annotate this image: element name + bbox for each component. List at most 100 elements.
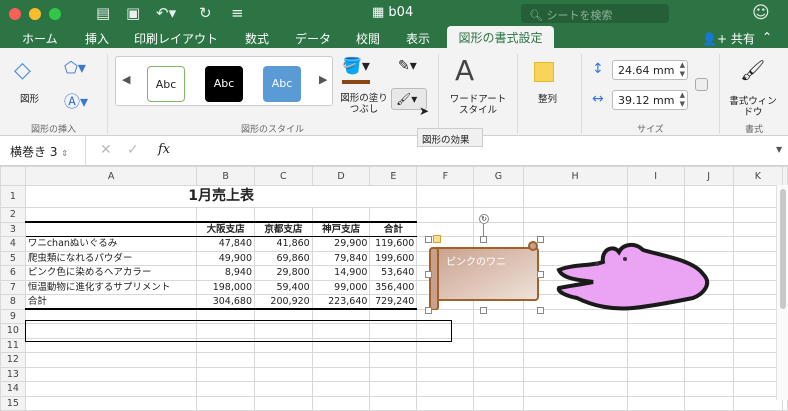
cell[interactable] <box>683 221 734 237</box>
shape-fill-label[interactable]: 図形の塗りつぶし <box>340 93 388 115</box>
cell[interactable] <box>196 366 256 382</box>
cell[interactable] <box>24 308 198 324</box>
cell[interactable] <box>369 381 418 397</box>
cell[interactable]: 大阪支店 <box>196 221 256 237</box>
cell[interactable]: 304,680 <box>196 294 256 310</box>
cell[interactable]: 京都支店 <box>254 221 313 237</box>
select-all-button[interactable] <box>0 166 26 186</box>
cell[interactable] <box>473 381 524 397</box>
column-header[interactable]: G <box>473 166 524 186</box>
row-header[interactable]: 10 <box>0 323 26 339</box>
row-header[interactable]: 7 <box>0 279 26 295</box>
column-header[interactable]: B <box>196 166 256 186</box>
name-box-stepper-icon[interactable]: ⇕ <box>61 149 68 158</box>
cell[interactable] <box>626 366 685 382</box>
row-header[interactable]: 14 <box>0 381 26 397</box>
row-header[interactable]: 3 <box>0 221 26 237</box>
cell[interactable] <box>522 366 628 382</box>
cell[interactable] <box>416 221 475 237</box>
gallery-next-icon[interactable]: ▶ <box>319 73 327 86</box>
cell[interactable] <box>522 352 628 368</box>
row-header[interactable]: 9 <box>0 308 26 324</box>
arrange-label[interactable]: 整列 <box>538 94 557 105</box>
cell[interactable] <box>473 352 524 368</box>
save-icon[interactable]: ▣ <box>126 4 140 22</box>
function-icon[interactable]: fx <box>158 142 170 157</box>
cell[interactable] <box>626 352 685 368</box>
undo-icon[interactable]: ↶▾ <box>156 4 176 22</box>
adjust-handle[interactable] <box>433 235 441 243</box>
expand-formula-icon[interactable]: ▼ <box>776 145 782 154</box>
height-stepper[interactable]: ▲ ▼ <box>680 61 685 79</box>
cell[interactable] <box>196 308 256 324</box>
cell[interactable] <box>196 352 256 368</box>
sheet-title[interactable]: 1月売上表 <box>24 185 418 208</box>
cell[interactable] <box>369 352 418 368</box>
cell[interactable]: 198,000 <box>196 279 256 295</box>
row-header[interactable]: 5 <box>0 250 26 266</box>
cell[interactable] <box>626 381 685 397</box>
cell[interactable] <box>24 323 198 339</box>
text-box-icon[interactable]: Ⓐ▾ <box>64 88 88 112</box>
cell[interactable] <box>626 185 685 208</box>
cell[interactable] <box>626 221 685 237</box>
cell[interactable] <box>311 337 371 353</box>
cell[interactable] <box>473 366 524 382</box>
cell[interactable] <box>522 221 628 237</box>
search-input[interactable]: 🔍︎ シートを検索 <box>521 4 669 23</box>
column-header[interactable]: E <box>369 166 418 186</box>
collapse-ribbon-icon[interactable]: ⌃ <box>762 30 772 44</box>
cell[interactable] <box>311 395 371 411</box>
cell[interactable] <box>683 207 734 223</box>
cell[interactable] <box>683 323 734 339</box>
cell[interactable] <box>369 207 418 223</box>
cell[interactable] <box>416 207 475 223</box>
cell[interactable] <box>311 352 371 368</box>
cell[interactable] <box>369 395 418 411</box>
column-header[interactable]: I <box>626 166 685 186</box>
cell[interactable] <box>254 366 313 382</box>
cell[interactable] <box>254 323 313 339</box>
format-pane-label[interactable]: 書式ウィンドウ <box>727 96 779 118</box>
row-header[interactable]: 8 <box>0 294 26 310</box>
cell[interactable] <box>311 308 371 324</box>
share-button[interactable]: 👤+ 共有 <box>702 30 755 47</box>
cell[interactable] <box>196 395 256 411</box>
name-box[interactable]: 横巻き 3 ⇕ <box>0 136 86 166</box>
cell[interactable] <box>369 366 418 382</box>
cell[interactable] <box>416 381 475 397</box>
cell[interactable]: 爬虫類になれるパウダー <box>24 250 198 266</box>
enter-icon[interactable]: ✓ <box>127 142 139 158</box>
cell[interactable] <box>626 323 685 339</box>
cell[interactable] <box>416 337 475 353</box>
cancel-icon[interactable]: ✕ <box>100 142 112 158</box>
arrange-icon[interactable] <box>534 62 554 82</box>
cell[interactable] <box>311 323 371 339</box>
cell[interactable]: 14,900 <box>311 265 371 281</box>
cell[interactable] <box>254 207 313 223</box>
cell[interactable] <box>473 395 524 411</box>
tab-data[interactable]: データ <box>295 30 331 47</box>
cell[interactable] <box>473 323 524 339</box>
cell[interactable] <box>196 207 256 223</box>
cell[interactable] <box>416 352 475 368</box>
cell[interactable] <box>626 207 685 223</box>
zoom-button[interactable] <box>49 8 61 20</box>
lock-aspect-toggle[interactable] <box>695 78 708 91</box>
cell[interactable] <box>522 337 628 353</box>
cell[interactable]: 合計 <box>24 294 198 310</box>
column-header[interactable]: H <box>522 166 628 186</box>
row-header[interactable]: 15 <box>0 395 26 411</box>
cell[interactable]: 199,600 <box>369 250 418 266</box>
vertical-scrollbar[interactable] <box>776 185 788 400</box>
cell[interactable] <box>683 185 734 208</box>
cell[interactable] <box>369 323 418 339</box>
cell[interactable]: 53,640 <box>369 265 418 281</box>
row-header[interactable]: 11 <box>0 337 26 353</box>
cell[interactable]: 合計 <box>369 221 418 237</box>
column-header[interactable]: K <box>732 166 784 186</box>
cell[interactable]: 49,900 <box>196 250 256 266</box>
cell[interactable]: ピンク色に染めるヘアカラー <box>24 265 198 281</box>
shapes-button-label[interactable]: 図形 <box>20 94 39 105</box>
cell[interactable] <box>196 337 256 353</box>
